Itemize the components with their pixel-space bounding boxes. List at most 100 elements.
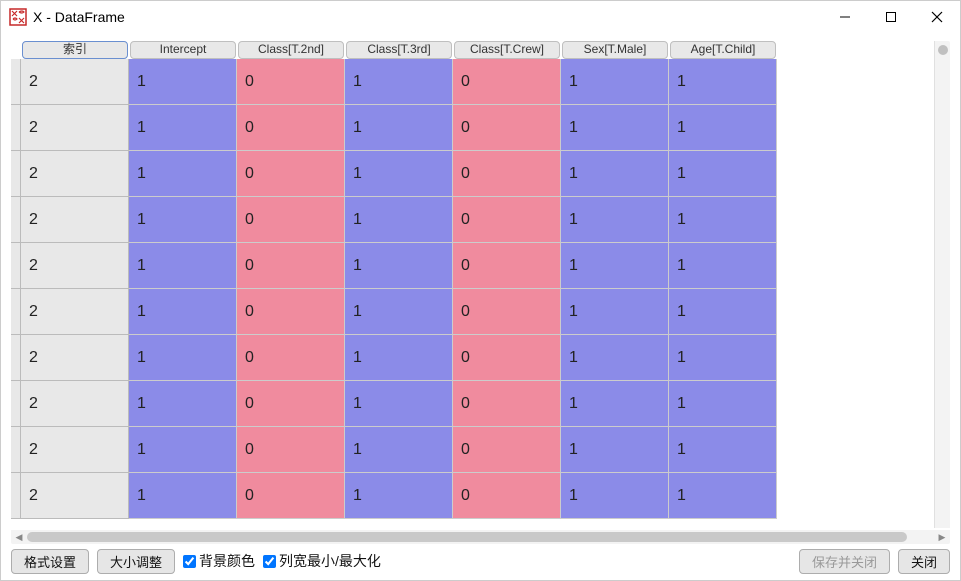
data-cell[interactable]: 1 bbox=[669, 197, 777, 243]
data-cell[interactable]: 1 bbox=[669, 105, 777, 151]
index-cell[interactable]: 2 bbox=[21, 151, 129, 197]
data-cell[interactable]: 1 bbox=[561, 427, 669, 473]
data-cell[interactable]: 1 bbox=[561, 197, 669, 243]
data-cell[interactable]: 0 bbox=[237, 381, 345, 427]
data-cell[interactable]: 1 bbox=[345, 289, 453, 335]
data-cell[interactable]: 1 bbox=[345, 105, 453, 151]
data-cell[interactable]: 1 bbox=[669, 151, 777, 197]
data-cell[interactable]: 1 bbox=[129, 197, 237, 243]
data-cell[interactable]: 1 bbox=[669, 335, 777, 381]
data-cell[interactable]: 0 bbox=[453, 289, 561, 335]
dataframe-grid[interactable]: 索引InterceptClass[T.2nd]Class[T.3rd]Class… bbox=[11, 41, 934, 519]
index-cell[interactable]: 2 bbox=[21, 197, 129, 243]
data-cell[interactable]: 1 bbox=[561, 335, 669, 381]
window-controls bbox=[822, 1, 960, 33]
colwidth-checkbox-input[interactable] bbox=[263, 555, 276, 568]
data-cell[interactable]: 0 bbox=[453, 105, 561, 151]
data-cell[interactable]: 0 bbox=[237, 59, 345, 105]
data-cell[interactable]: 1 bbox=[669, 289, 777, 335]
data-cell[interactable]: 1 bbox=[345, 427, 453, 473]
data-cell[interactable]: 0 bbox=[453, 197, 561, 243]
horizontal-scrollbar[interactable]: ◀ ▶ bbox=[11, 530, 950, 544]
index-cell[interactable]: 2 bbox=[21, 105, 129, 151]
data-cell[interactable]: 1 bbox=[345, 381, 453, 427]
data-cell[interactable]: 1 bbox=[345, 473, 453, 519]
data-cell[interactable]: 1 bbox=[129, 59, 237, 105]
column-header[interactable]: Class[T.3rd] bbox=[346, 41, 452, 59]
scroll-right-icon[interactable]: ▶ bbox=[934, 532, 950, 543]
data-cell[interactable]: 0 bbox=[453, 243, 561, 289]
save-and-close-button[interactable]: 保存并关闭 bbox=[799, 549, 890, 574]
colwidth-checkbox-label: 列宽最小/最大化 bbox=[279, 551, 381, 571]
data-cell[interactable]: 1 bbox=[129, 243, 237, 289]
data-cell[interactable]: 0 bbox=[453, 427, 561, 473]
column-header[interactable]: Class[T.2nd] bbox=[238, 41, 344, 59]
data-cell[interactable]: 1 bbox=[561, 243, 669, 289]
data-cell[interactable]: 1 bbox=[561, 59, 669, 105]
data-cell[interactable]: 1 bbox=[129, 335, 237, 381]
index-header[interactable]: 索引 bbox=[22, 41, 128, 59]
data-cell[interactable]: 1 bbox=[669, 427, 777, 473]
minimize-button[interactable] bbox=[822, 1, 868, 33]
index-cell[interactable]: 2 bbox=[21, 59, 129, 105]
data-cell[interactable]: 0 bbox=[453, 59, 561, 105]
data-cell[interactable]: 1 bbox=[345, 243, 453, 289]
bgcolor-checkbox-input[interactable] bbox=[183, 555, 196, 568]
footer-toolbar: 格式设置 大小调整 背景颜色 列宽最小/最大化 保存并关闭 关闭 bbox=[1, 548, 960, 580]
maximize-button[interactable] bbox=[868, 1, 914, 33]
colwidth-checkbox[interactable]: 列宽最小/最大化 bbox=[263, 551, 381, 571]
format-settings-button[interactable]: 格式设置 bbox=[11, 549, 89, 574]
data-cell[interactable]: 0 bbox=[237, 151, 345, 197]
column-header[interactable]: Age[T.Child] bbox=[670, 41, 776, 59]
dataframe-window: X - DataFrame 索引InterceptClass[T.2nd]Cla… bbox=[0, 0, 961, 581]
column-header[interactable]: Intercept bbox=[130, 41, 236, 59]
data-cell[interactable]: 1 bbox=[129, 105, 237, 151]
data-cell[interactable]: 0 bbox=[237, 289, 345, 335]
index-cell[interactable]: 2 bbox=[21, 427, 129, 473]
data-cell[interactable]: 1 bbox=[669, 381, 777, 427]
resize-button[interactable]: 大小调整 bbox=[97, 549, 175, 574]
column-header[interactable]: Sex[T.Male] bbox=[562, 41, 668, 59]
data-cell[interactable]: 1 bbox=[669, 59, 777, 105]
data-cell[interactable]: 1 bbox=[129, 151, 237, 197]
column-header[interactable]: Class[T.Crew] bbox=[454, 41, 560, 59]
data-cell[interactable]: 1 bbox=[561, 381, 669, 427]
data-cell[interactable]: 1 bbox=[345, 59, 453, 105]
bgcolor-checkbox-label: 背景颜色 bbox=[199, 551, 255, 571]
close-window-button[interactable] bbox=[914, 1, 960, 33]
data-cell[interactable]: 1 bbox=[129, 381, 237, 427]
data-cell[interactable]: 0 bbox=[237, 335, 345, 381]
data-cell[interactable]: 1 bbox=[129, 289, 237, 335]
data-cell[interactable]: 1 bbox=[561, 289, 669, 335]
data-cell[interactable]: 0 bbox=[453, 151, 561, 197]
data-cell[interactable]: 0 bbox=[237, 427, 345, 473]
data-cell[interactable]: 0 bbox=[237, 197, 345, 243]
data-cell[interactable]: 1 bbox=[345, 151, 453, 197]
index-cell[interactable]: 2 bbox=[21, 473, 129, 519]
index-cell[interactable]: 2 bbox=[21, 289, 129, 335]
data-cell[interactable]: 1 bbox=[561, 473, 669, 519]
data-cell[interactable]: 0 bbox=[453, 335, 561, 381]
data-cell[interactable]: 0 bbox=[237, 473, 345, 519]
close-button[interactable]: 关闭 bbox=[898, 549, 950, 574]
index-cell[interactable]: 2 bbox=[21, 381, 129, 427]
data-cell[interactable]: 1 bbox=[345, 197, 453, 243]
vertical-scrollbar[interactable] bbox=[934, 41, 950, 528]
data-cell[interactable]: 0 bbox=[453, 381, 561, 427]
data-cell[interactable]: 1 bbox=[669, 243, 777, 289]
data-cell[interactable]: 0 bbox=[453, 473, 561, 519]
data-cell[interactable]: 1 bbox=[345, 335, 453, 381]
data-cell[interactable]: 1 bbox=[561, 105, 669, 151]
data-cell[interactable]: 1 bbox=[561, 151, 669, 197]
data-cell[interactable]: 1 bbox=[129, 473, 237, 519]
index-cell[interactable]: 2 bbox=[21, 243, 129, 289]
data-cell[interactable]: 1 bbox=[129, 427, 237, 473]
bgcolor-checkbox[interactable]: 背景颜色 bbox=[183, 551, 255, 571]
data-cell[interactable]: 1 bbox=[669, 473, 777, 519]
horizontal-scroll-thumb[interactable] bbox=[27, 532, 907, 542]
scroll-left-icon[interactable]: ◀ bbox=[11, 532, 27, 543]
index-cell[interactable]: 2 bbox=[21, 335, 129, 381]
data-cell[interactable]: 0 bbox=[237, 105, 345, 151]
data-cell[interactable]: 0 bbox=[237, 243, 345, 289]
vertical-scroll-thumb[interactable] bbox=[938, 45, 948, 55]
